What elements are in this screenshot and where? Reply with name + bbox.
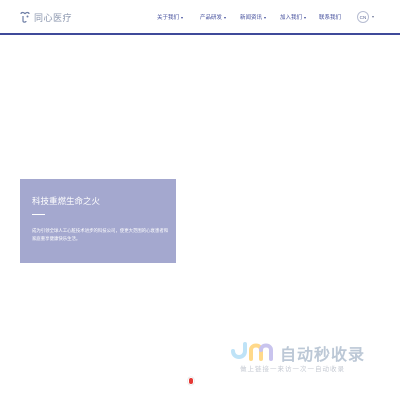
nav-item-join[interactable]: 加入我们 [280,13,307,21]
slide-indicator[interactable] [188,377,194,385]
chevron-down-icon [304,16,307,19]
nav-item-news[interactable]: 新闻资讯 [240,13,267,21]
nav-item-products[interactable]: 产品研发 [200,13,227,21]
language-badge: CN [357,11,369,23]
chevron-down-icon [372,16,374,18]
hero-divider [32,214,45,215]
watermark: 自动秒收录 做上链接一来访一次一自动收录 [230,337,390,377]
main-nav: 关于我们 产品研发 新闻资讯 加入我们 联系我们 [0,13,400,25]
chevron-down-icon [264,16,267,19]
hero-card: 科技重燃生命之火 成为引领全球人工心脏技术进步的科技公司，使更大范围的心衰患者和… [20,179,176,263]
language-switcher[interactable]: CN [357,11,374,23]
watermark-logo-icon [231,342,273,361]
nav-item-about[interactable]: 关于我们 [157,13,184,21]
nav-item-label: 新闻资讯 [240,15,263,21]
chevron-down-icon [224,16,227,19]
nav-item-label: 关于我们 [157,15,180,21]
nav-item-label: 加入我们 [280,15,303,21]
nav-item-label: 产品研发 [200,15,223,21]
nav-item-label: 联系我们 [319,15,342,21]
watermark-subtitle: 做上链接一来访一次一自动收录 [240,365,345,373]
hero-title: 科技重燃生命之火 [32,197,101,207]
watermark-title: 自动秒收录 [280,345,366,364]
hero-description: 成为引领全球人工心脏技术进步的科技公司，使更大范围的心衰患者和家庭重享健康快乐生… [32,229,169,242]
nav-item-contact[interactable]: 联系我们 [319,13,341,21]
site-header: 同心医疗 关于我们 产品研发 新闻资讯 加入我们 联系我们 CN [0,0,400,35]
chevron-down-icon [181,16,184,19]
